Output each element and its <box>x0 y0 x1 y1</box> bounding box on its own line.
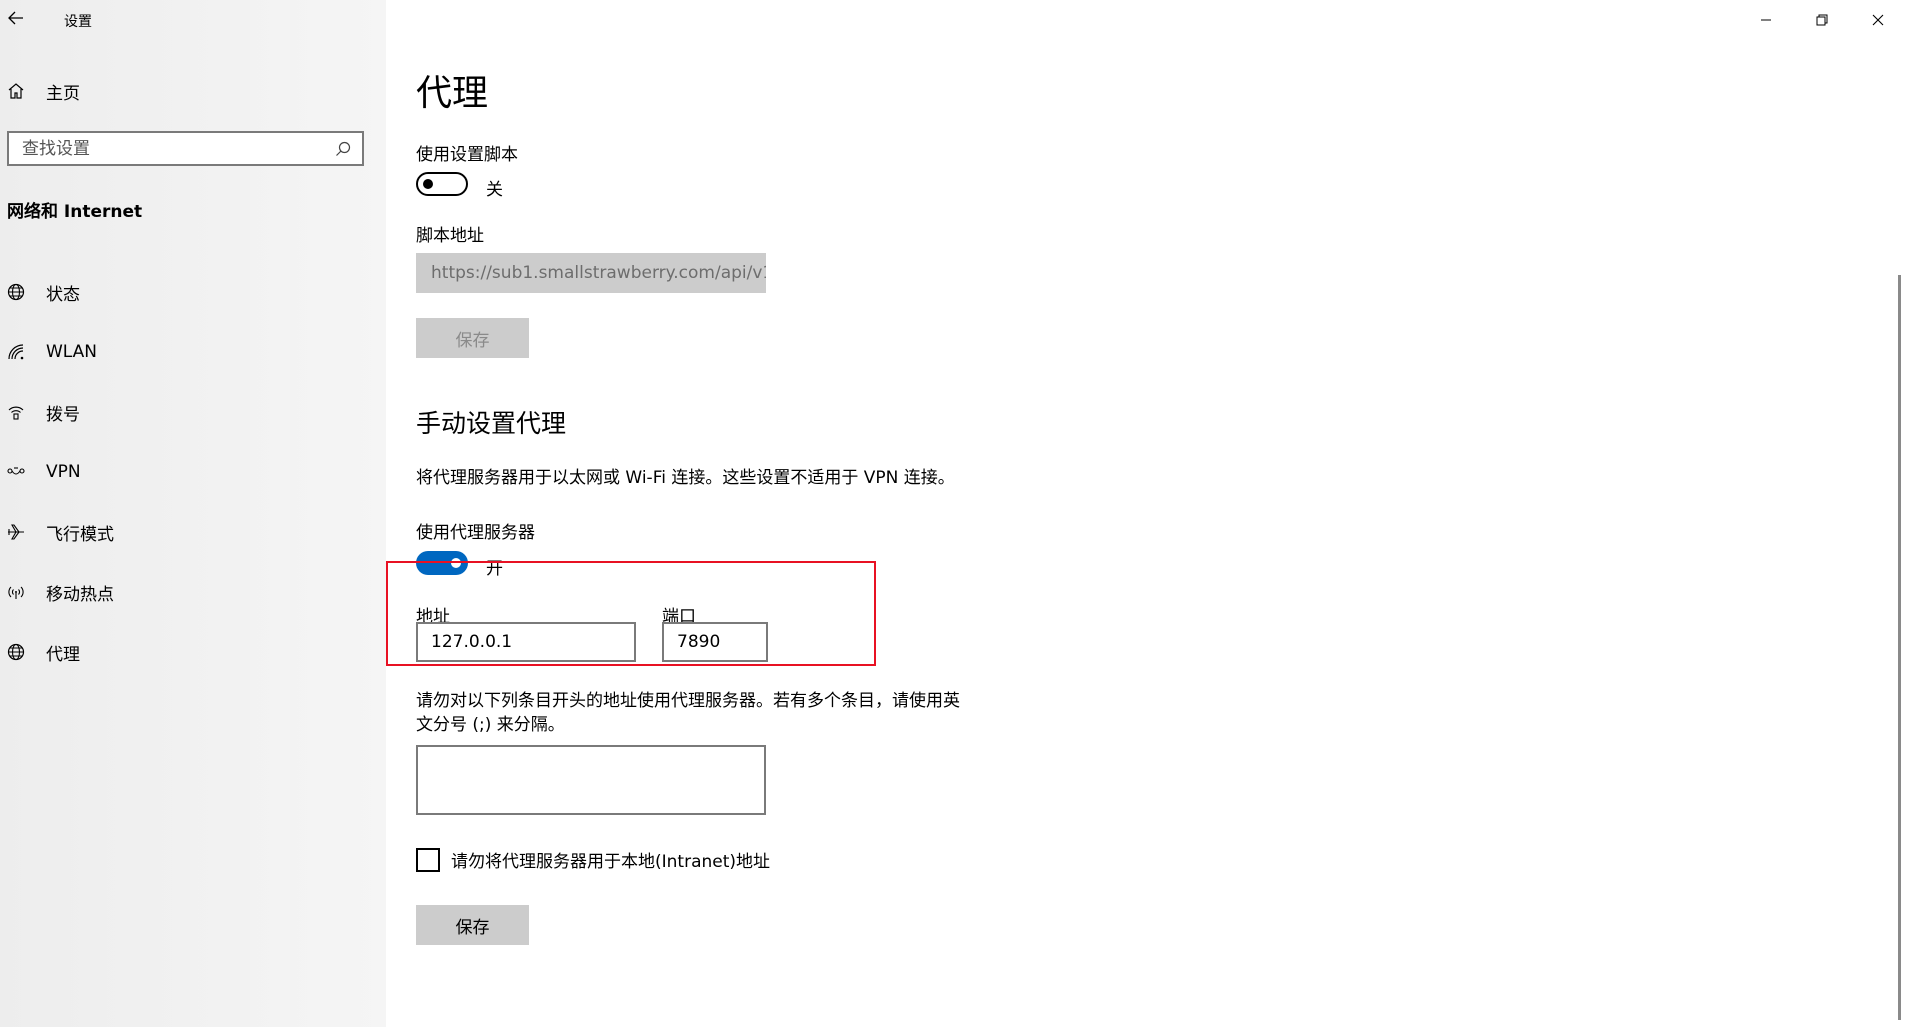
minimize-icon <box>1760 11 1772 30</box>
setup-script-toggle[interactable] <box>416 172 468 196</box>
restore-icon <box>1816 11 1828 30</box>
sidebar-item-hotspot[interactable]: 移动热点 <box>0 562 386 622</box>
sidebar-item-label: 飞行模式 <box>46 524 114 545</box>
script-address-input[interactable]: https://sub1.smallstrawberry.com/api/v1/… <box>416 253 766 293</box>
exceptions-description-line: 文分号 (;) 来分隔。 <box>416 715 565 735</box>
exceptions-description-line: 请勿对以下列条目开头的地址使用代理服务器。若有多个条目，请使用英 <box>416 691 960 711</box>
script-address-label: 脚本地址 <box>416 226 484 246</box>
use-proxy-server-label: 使用代理服务器 <box>416 523 535 543</box>
sidebar-item-label: WLAN <box>46 342 98 362</box>
exceptions-description: 请勿对以下列条目开头的地址使用代理服务器。若有多个条目，请使用英 文分号 (;)… <box>416 689 1016 737</box>
sidebar-item-label: 主页 <box>46 83 80 104</box>
back-arrow-icon <box>8 10 24 29</box>
sidebar-nav: 状态 WLAN 拨号 VPN 飞行模式 移动热点 代理 <box>0 262 386 682</box>
script-save-button[interactable]: 保存 <box>416 318 529 358</box>
sidebar-item-proxy[interactable]: 代理 <box>0 622 386 682</box>
proxy-address-input[interactable]: 127.0.0.1 <box>416 622 636 662</box>
sidebar-item-wlan[interactable]: WLAN <box>0 322 386 382</box>
main-content: 代理 使用设置脚本 关 脚本地址 https://sub1.smallstraw… <box>386 0 1906 1027</box>
toggle-knob <box>423 179 433 189</box>
close-icon <box>1872 11 1884 30</box>
sidebar-item-label: 代理 <box>46 644 80 665</box>
section-title: 网络和 Internet <box>7 202 143 222</box>
sidebar-item-status[interactable]: 状态 <box>0 262 386 322</box>
home-icon <box>7 82 25 100</box>
local-address-checkbox[interactable] <box>416 847 440 872</box>
scrollbar[interactable] <box>1898 275 1901 1020</box>
exceptions-textarea[interactable] <box>416 745 766 815</box>
window-controls <box>1738 0 1906 40</box>
restore-button[interactable] <box>1794 0 1850 40</box>
airplane-icon <box>7 523 25 541</box>
dialup-icon <box>7 403 25 421</box>
sidebar-item-home[interactable]: 主页 <box>0 74 386 108</box>
setup-script-toggle-state: 关 <box>486 180 503 200</box>
title-bar: 设置 <box>0 0 386 40</box>
manual-save-button[interactable]: 保存 <box>416 905 529 945</box>
sidebar-item-airplane[interactable]: 飞行模式 <box>0 502 386 562</box>
sidebar-item-dialup[interactable]: 拨号 <box>0 382 386 442</box>
sidebar-item-vpn[interactable]: VPN <box>0 442 386 502</box>
hotspot-icon <box>7 583 25 601</box>
sidebar-item-label: 拨号 <box>46 404 80 425</box>
proxy-server-toggle[interactable] <box>416 551 468 575</box>
sidebar-item-label: VPN <box>46 462 81 482</box>
sidebar: 设置 主页 网络和 Internet 状态 <box>0 0 386 1027</box>
search-input[interactable] <box>9 137 332 160</box>
search-icon[interactable] <box>332 138 354 160</box>
sidebar-item-label: 移动热点 <box>46 584 114 605</box>
use-setup-script-label: 使用设置脚本 <box>416 145 518 165</box>
close-button[interactable] <box>1850 0 1906 40</box>
manual-proxy-description: 将代理服务器用于以太网或 Wi-Fi 连接。这些设置不适用于 VPN 连接。 <box>416 468 955 488</box>
local-address-checkbox-label: 请勿将代理服务器用于本地(Intranet)地址 <box>451 852 771 872</box>
local-address-checkbox-row[interactable]: 请勿将代理服务器用于本地(Intranet)地址 <box>416 847 770 872</box>
wifi-icon <box>7 343 25 361</box>
vpn-icon <box>7 463 25 481</box>
toggle-knob <box>451 558 461 568</box>
proxy-port-input[interactable]: 7890 <box>662 622 768 662</box>
minimize-button[interactable] <box>1738 0 1794 40</box>
app-title: 设置 <box>64 14 92 30</box>
manual-proxy-heading: 手动设置代理 <box>416 409 567 438</box>
search-box <box>7 131 364 166</box>
globe-icon <box>7 643 25 661</box>
sidebar-item-label: 状态 <box>46 284 80 305</box>
globe-status-icon <box>7 283 25 301</box>
proxy-server-toggle-state: 开 <box>486 559 503 579</box>
back-button[interactable] <box>2 4 30 34</box>
settings-window: 设置 主页 网络和 Internet 状态 <box>0 0 1906 1027</box>
page-title: 代理 <box>416 73 489 114</box>
